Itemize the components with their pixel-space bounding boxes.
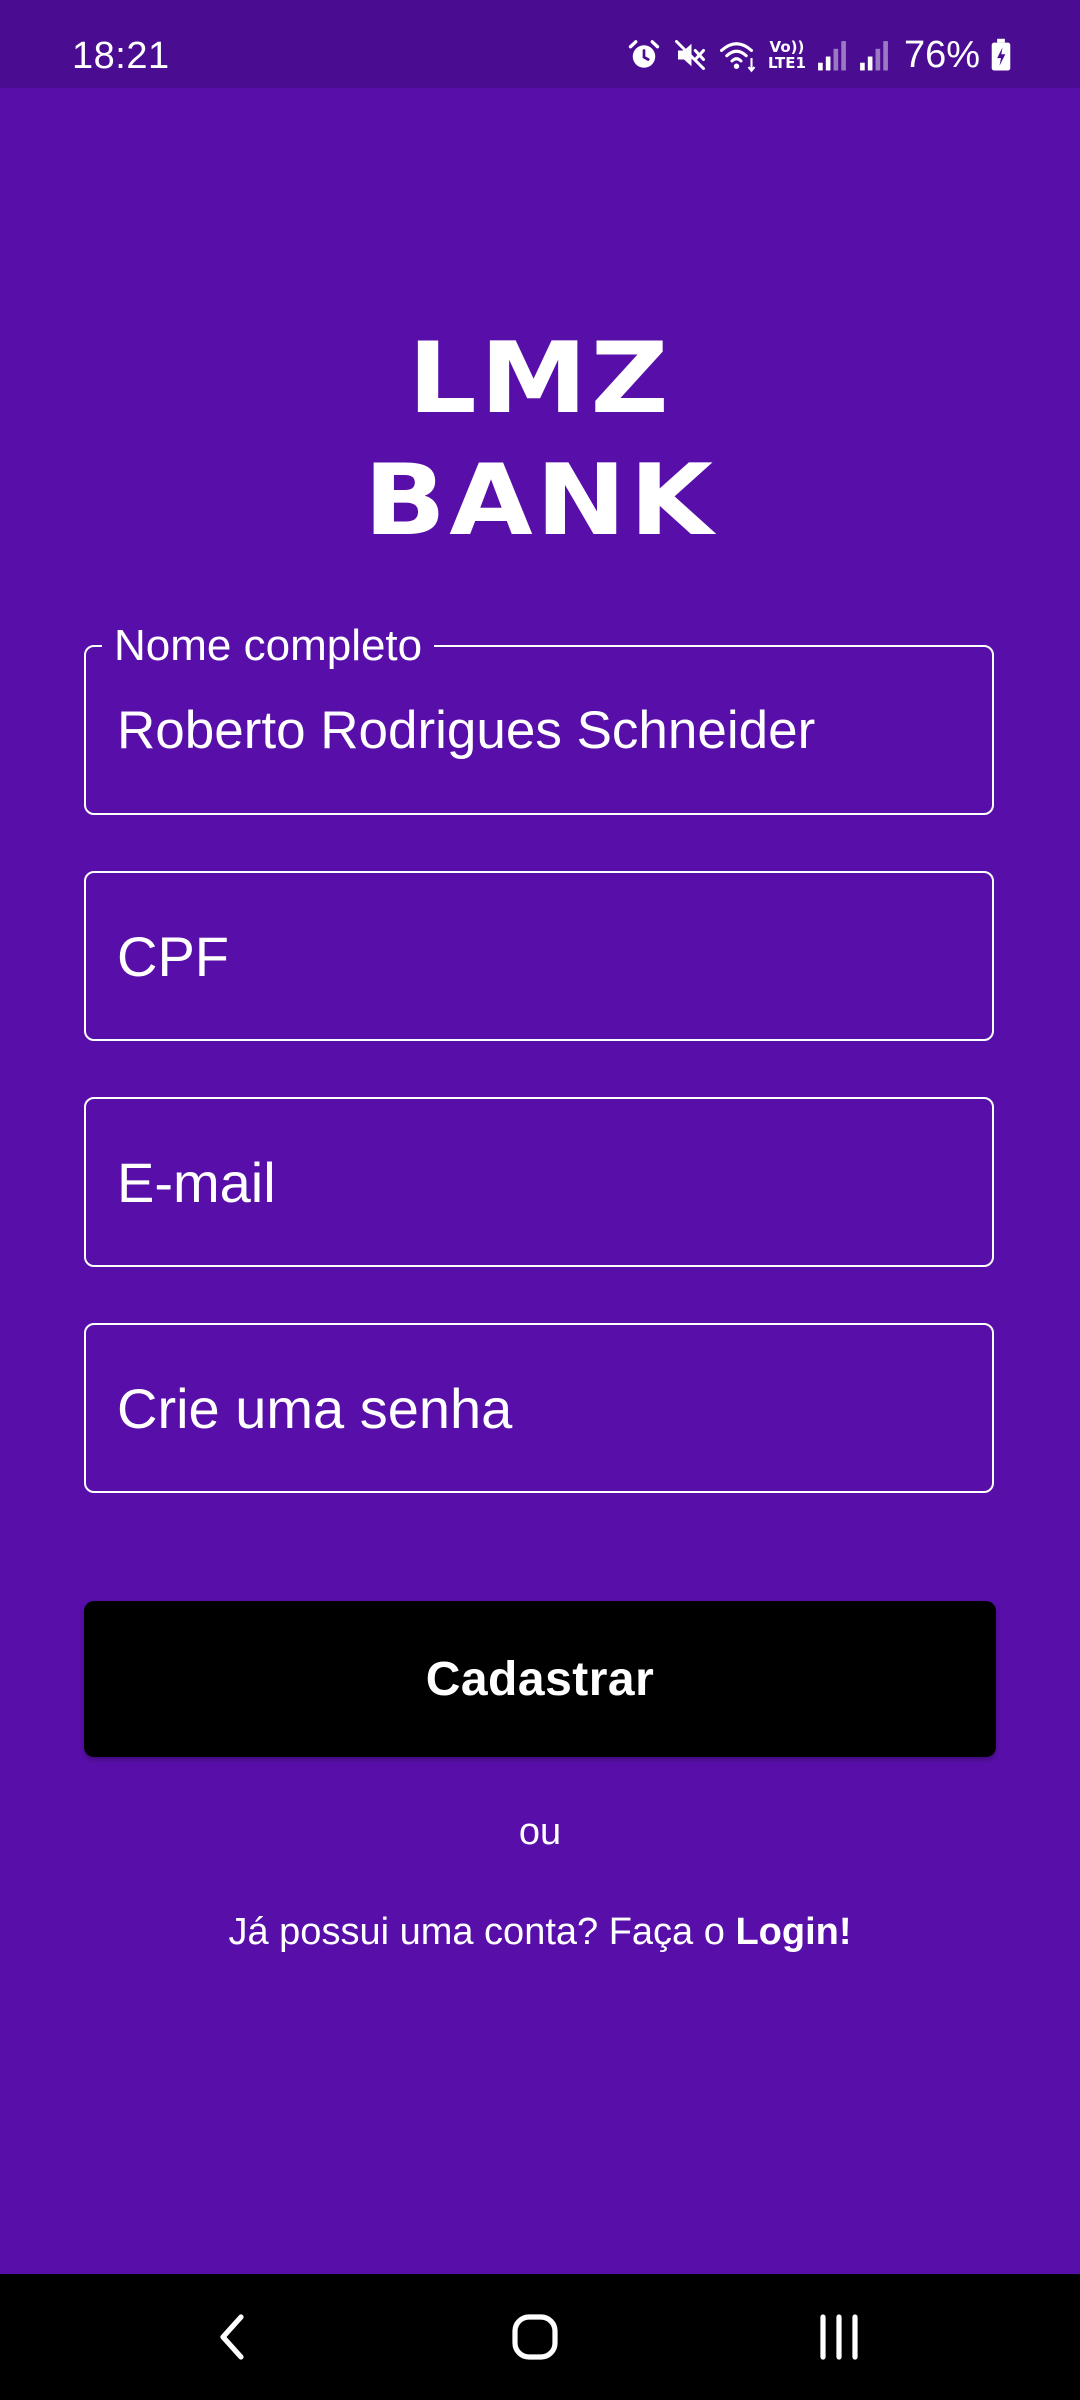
battery-percent: 76%: [903, 34, 980, 76]
register-button[interactable]: Cadastrar: [84, 1601, 996, 1757]
recents-icon[interactable]: [794, 2302, 884, 2372]
password-placeholder: Crie uma senha: [117, 1376, 513, 1440]
back-icon[interactable]: [188, 2302, 278, 2372]
status-icons: Vo)) LTE1 76%: [626, 30, 1012, 80]
cpf-placeholder: CPF: [117, 924, 229, 988]
status-time: 18:21: [72, 35, 170, 77]
login-prompt-text: Já possui uma conta? Faça o: [228, 1911, 736, 1953]
wifi-icon: [718, 37, 758, 73]
signal-icon: [858, 38, 890, 72]
login-prompt: Já possui uma conta? Faça o Login!: [0, 1908, 1080, 1956]
app-logo: LMZ BANK: [0, 318, 1080, 562]
email-placeholder: E-mail: [117, 1150, 276, 1214]
volte-label-bottom: LTE1: [767, 54, 806, 72]
battery-charging-icon: [990, 38, 1012, 72]
status-bar: 18:21 Vo)) LTE1 76%: [0, 0, 1080, 88]
alarm-icon: [626, 37, 662, 73]
logo-line-1: LMZ: [407, 322, 673, 436]
password-field[interactable]: Crie uma senha: [84, 1323, 994, 1493]
or-divider-text: ou: [518, 1811, 562, 1853]
login-link[interactable]: Login!: [735, 1911, 851, 1953]
home-icon[interactable]: [490, 2302, 580, 2372]
email-field[interactable]: E-mail: [84, 1097, 994, 1267]
signal-icon: [816, 38, 848, 72]
full-name-field[interactable]: Nome completo Roberto Rodrigues Schneide…: [84, 621, 994, 815]
logo-line-2: BANK: [363, 444, 717, 558]
volte-icon: Vo)) LTE1: [768, 39, 806, 71]
system-nav-bar: [0, 2274, 1080, 2400]
full-name-value[interactable]: Roberto Rodrigues Schneider: [117, 647, 815, 813]
volte-label-top: Vo)): [769, 38, 805, 56]
mute-icon: [672, 37, 708, 73]
cpf-field[interactable]: CPF: [84, 871, 994, 1041]
